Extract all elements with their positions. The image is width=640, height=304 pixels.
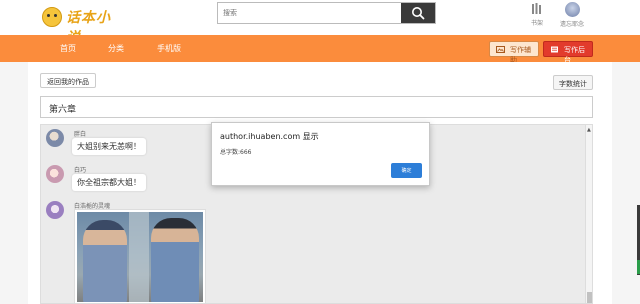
nav-item-categories[interactable]: 分类 xyxy=(108,43,124,54)
message-image[interactable] xyxy=(74,209,206,303)
character-avatar[interactable] xyxy=(46,201,64,219)
writing-backend-button[interactable]: 写作后台 xyxy=(543,41,593,64)
chapter-title-input[interactable]: 第六章 xyxy=(40,96,593,118)
scroll-thumb[interactable] xyxy=(587,292,592,303)
logo-mascot-icon xyxy=(42,7,62,27)
username-label: 遗忘耶念 xyxy=(559,21,584,28)
main-nav: 首页 分类 手机版 写作辅助 写作后台 xyxy=(0,35,640,64)
word-count-button[interactable]: 字数统计 xyxy=(553,75,593,90)
nav-item-mobile[interactable]: 手机版 xyxy=(157,43,181,54)
bookshelf-link[interactable]: 书架 xyxy=(517,2,557,27)
dialog-message: 总字数:666 xyxy=(220,149,252,156)
site-logo[interactable]: 话本小说 xyxy=(42,4,122,46)
search-input[interactable] xyxy=(218,3,402,23)
user-menu[interactable]: 遗忘耶念 xyxy=(552,2,592,28)
chat-scrollbar[interactable]: ▲ xyxy=(585,125,592,303)
document-icon xyxy=(551,46,558,53)
writing-assistant-button[interactable]: 写作辅助 xyxy=(489,41,539,64)
image-icon xyxy=(496,46,505,53)
dialog-ok-button[interactable]: 确定 xyxy=(391,163,422,178)
character-name: 胖白 xyxy=(74,131,87,138)
search-icon xyxy=(412,7,425,20)
message-bubble[interactable]: 大姐别来无恙啊！ xyxy=(72,138,146,155)
bookshelf-icon xyxy=(532,3,541,14)
back-to-my-works-button[interactable]: 返回我的作品 xyxy=(40,73,96,88)
top-header: 话本小说 书架 遗忘耶念 xyxy=(0,0,640,46)
two-police-officers-photo xyxy=(77,212,203,302)
user-avatar xyxy=(564,2,580,17)
search-button[interactable] xyxy=(401,3,435,23)
dialog-title: author.ihuaben.com 显示 xyxy=(220,132,319,141)
search-box xyxy=(217,2,436,24)
character-avatar[interactable] xyxy=(46,129,64,147)
nav-item-home[interactable]: 首页 xyxy=(60,43,76,54)
character-avatar[interactable] xyxy=(46,165,64,183)
message-bubble[interactable]: 你全祖宗都大姐！ xyxy=(72,174,146,191)
alert-dialog: author.ihuaben.com 显示 总字数:666 确定 xyxy=(211,122,430,186)
page: 话本小说 书架 遗忘耶念 首页 分类 手机版 xyxy=(0,0,640,304)
scroll-up-arrow-icon[interactable]: ▲ xyxy=(587,127,591,133)
bookshelf-label: 书架 xyxy=(530,20,543,27)
character-name: 白巧 xyxy=(74,167,87,174)
